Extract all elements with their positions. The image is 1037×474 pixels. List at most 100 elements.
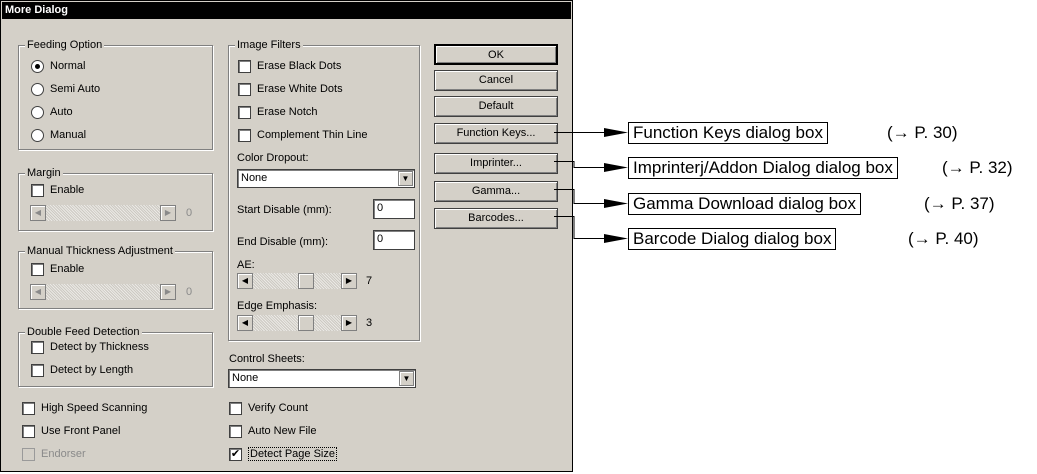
verify-count-checkbox[interactable]: Verify Count: [229, 400, 308, 416]
radio-semi-auto-indicator[interactable]: [31, 82, 44, 96]
margin-enable-box[interactable]: [31, 183, 44, 197]
control-sheets-value: None: [232, 372, 259, 384]
erase-black-dots-label: Erase Black Dots: [257, 60, 342, 72]
color-dropout-label: Color Dropout:: [237, 152, 309, 164]
erase-white-dots-label: Erase White Dots: [257, 83, 343, 95]
radio-auto-indicator[interactable]: [31, 105, 44, 119]
arrowhead-imprinter: [604, 163, 628, 172]
detect-by-length-checkbox[interactable]: Detect by Length: [31, 362, 133, 378]
radio-normal-label: Normal: [50, 60, 86, 72]
radio-semi-auto-label: Semi Auto: [50, 83, 101, 95]
arrowhead-function-keys: [604, 128, 628, 137]
complement-thin-line-checkbox[interactable]: Complement Thin Line: [238, 127, 367, 143]
complement-thin-line-box[interactable]: [238, 128, 251, 142]
color-dropout-select[interactable]: None ▼: [237, 169, 415, 188]
detect-by-thickness-box[interactable]: [31, 340, 44, 354]
erase-white-dots-checkbox[interactable]: Erase White Dots: [238, 81, 343, 97]
radio-manual-label: Manual: [50, 129, 87, 141]
radio-normal[interactable]: Normal: [31, 58, 85, 74]
end-disable-input[interactable]: 0: [373, 230, 415, 250]
chevron-right-icon[interactable]: ▶: [160, 284, 176, 300]
verify-count-box[interactable]: [229, 401, 242, 415]
callout-gamma: Gamma Download dialog box: [628, 193, 862, 215]
margin-enable-label: Enable: [50, 184, 85, 196]
verify-count-label: Verify Count: [248, 402, 308, 414]
chevron-left-icon[interactable]: ◀: [237, 315, 253, 331]
dialog-title: More Dialog: [2, 2, 571, 19]
detect-by-length-label: Detect by Length: [50, 364, 134, 376]
ae-label: AE:: [237, 259, 255, 271]
detect-page-size-label: Detect Page Size: [248, 447, 337, 461]
ae-slider-thumb[interactable]: [298, 273, 314, 289]
thickness-scrollbar[interactable]: ◀ ▶: [30, 284, 176, 300]
use-front-panel-box[interactable]: [22, 424, 35, 438]
erase-notch-box[interactable]: [238, 105, 251, 119]
callout-barcodes: Barcode Dialog dialog box: [628, 228, 837, 250]
manual-thickness-label: Manual Thickness Adjustment: [25, 244, 175, 258]
radio-normal-indicator[interactable]: [31, 59, 44, 73]
auto-new-file-box[interactable]: [229, 424, 242, 438]
end-disable-label: End Disable (mm):: [237, 236, 329, 248]
start-disable-value: 0: [377, 202, 384, 214]
start-disable-label: Start Disable (mm):: [237, 204, 332, 216]
edge-emphasis-slider[interactable]: ◀ ▶: [237, 315, 357, 331]
callout-gamma-ref: (→ P. 37): [924, 194, 995, 213]
chevron-right-icon[interactable]: ▶: [160, 205, 176, 221]
radio-manual[interactable]: Manual: [31, 127, 86, 143]
high-speed-label: High Speed Scanning: [41, 402, 148, 414]
callout-imprinter-ref: (→ P. 32): [942, 158, 1013, 177]
detect-by-thickness-label: Detect by Thickness: [50, 341, 149, 353]
cancel-button[interactable]: Cancel: [434, 70, 558, 91]
chevron-left-icon[interactable]: ◀: [30, 284, 46, 300]
erase-black-dots-checkbox[interactable]: Erase Black Dots: [238, 58, 341, 74]
endorser-box: [22, 447, 35, 461]
edge-emphasis-label: Edge Emphasis:: [237, 300, 318, 312]
chevron-right-icon[interactable]: ▶: [341, 273, 357, 289]
radio-semi-auto[interactable]: Semi Auto: [31, 81, 100, 97]
radio-auto[interactable]: Auto: [31, 104, 73, 120]
edge-emphasis-value: 3: [366, 317, 373, 329]
radio-auto-label: Auto: [50, 106, 73, 118]
erase-white-dots-box[interactable]: [238, 82, 251, 96]
control-sheets-select[interactable]: None ▼: [228, 369, 416, 388]
erase-notch-checkbox[interactable]: Erase Notch: [238, 104, 318, 120]
start-disable-input[interactable]: 0: [373, 199, 415, 219]
callout-connectors: [554, 128, 628, 243]
chevron-right-icon[interactable]: ▶: [341, 315, 357, 331]
thickness-enable-box[interactable]: [31, 262, 44, 276]
thickness-enable-label: Enable: [50, 263, 85, 275]
high-speed-box[interactable]: [22, 401, 35, 415]
detect-by-length-box[interactable]: [31, 363, 44, 377]
arrowhead-gamma: [604, 199, 628, 208]
more-dialog-window: More Dialog Feeding Option Normal Semi A…: [0, 0, 573, 472]
chevron-left-icon[interactable]: ◀: [237, 273, 253, 289]
detect-by-thickness-checkbox[interactable]: Detect by Thickness: [31, 339, 149, 355]
margin-value: 0: [186, 207, 193, 219]
arrowhead-barcodes: [604, 234, 628, 243]
radio-manual-indicator[interactable]: [31, 128, 44, 142]
feeding-option-label: Feeding Option: [25, 38, 105, 52]
use-front-panel-checkbox[interactable]: Use Front Panel: [22, 423, 120, 439]
thickness-enable-checkbox[interactable]: Enable: [31, 261, 84, 277]
margin-enable-checkbox[interactable]: Enable: [31, 182, 84, 198]
default-button[interactable]: Default: [434, 96, 558, 117]
callout-function-keys: Function Keys dialog box: [628, 122, 828, 144]
checkmark-icon[interactable]: ✔: [229, 447, 242, 461]
erase-notch-label: Erase Notch: [257, 106, 318, 118]
chevron-down-icon[interactable]: ▼: [399, 371, 414, 386]
callout-function-keys-ref: (→ P. 30): [887, 123, 958, 142]
chevron-down-icon[interactable]: ▼: [398, 171, 413, 186]
chevron-left-icon[interactable]: ◀: [30, 205, 46, 221]
image-filters-label: Image Filters: [235, 38, 303, 52]
ae-slider[interactable]: ◀ ▶: [237, 273, 357, 289]
auto-new-file-label: Auto New File: [248, 425, 317, 437]
endorser-label: Endorser: [41, 448, 86, 460]
erase-black-dots-box[interactable]: [238, 59, 251, 73]
margin-scrollbar[interactable]: ◀ ▶: [30, 205, 176, 221]
ae-value: 7: [366, 275, 373, 287]
ok-button[interactable]: OK: [434, 44, 558, 65]
detect-page-size-checkbox[interactable]: ✔ Detect Page Size: [229, 446, 337, 462]
auto-new-file-checkbox[interactable]: Auto New File: [229, 423, 316, 439]
edge-emphasis-slider-thumb[interactable]: [298, 315, 314, 331]
high-speed-checkbox[interactable]: High Speed Scanning: [22, 400, 147, 416]
